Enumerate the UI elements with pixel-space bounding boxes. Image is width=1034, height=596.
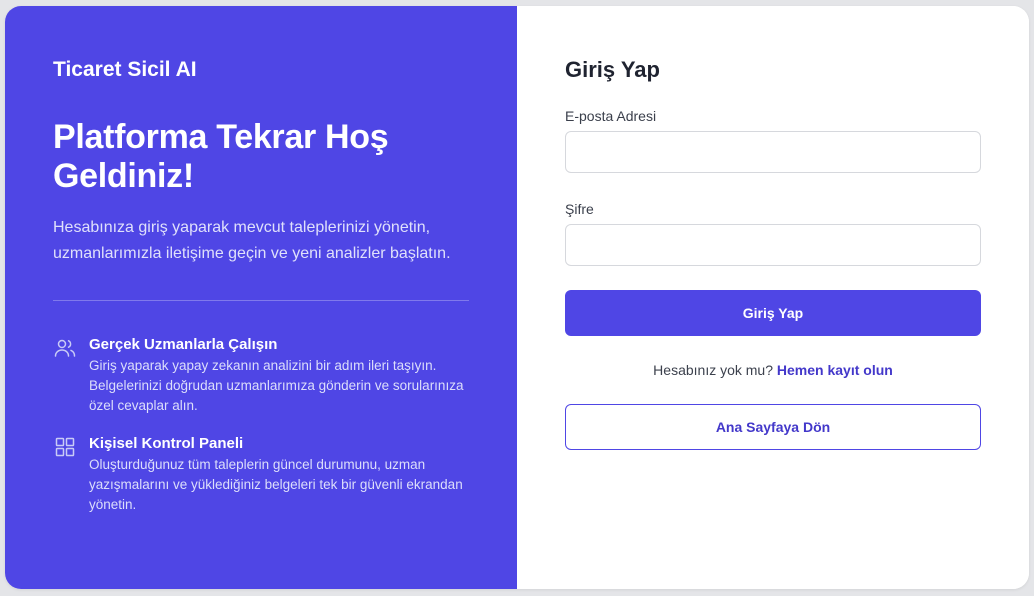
password-field[interactable] bbox=[565, 224, 981, 266]
panel-divider bbox=[53, 300, 469, 301]
feature-title: Kişisel Kontrol Paneli bbox=[89, 435, 244, 452]
feature-description: Giriş yaparak yapay zekanın analizini bi… bbox=[89, 358, 464, 413]
signup-link[interactable]: Hemen kayıt olun bbox=[777, 362, 893, 378]
feature-description: Oluşturduğunuz tüm taleplerin güncel dur… bbox=[89, 457, 463, 512]
welcome-headline: Platforma Tekrar Hoş Geldiniz! bbox=[53, 118, 389, 195]
password-label: Şifre bbox=[565, 201, 594, 217]
signup-prompt-text: Hesabınız yok mu? bbox=[653, 362, 774, 378]
email-label: E-posta Adresi bbox=[565, 108, 657, 124]
form-title: Giriş Yap bbox=[565, 57, 660, 82]
login-button[interactable]: Giriş Yap bbox=[565, 290, 981, 336]
signup-prompt: Hesabınız yok mu? Hemen kayıt olun bbox=[565, 362, 981, 378]
brand-name: Ticaret Sicil AI bbox=[53, 58, 197, 81]
login-form-panel: Giriş Yap E-posta Adresi Şifre Giriş Yap… bbox=[517, 6, 1029, 589]
feature-experts: Gerçek Uzmanlarla Çalışın Giriş yaparak … bbox=[53, 335, 469, 416]
feature-dashboard-text: Kişisel Kontrol Paneli Oluşturduğunuz tü… bbox=[89, 434, 473, 515]
email-field[interactable] bbox=[565, 131, 981, 173]
users-icon bbox=[53, 336, 77, 360]
home-button[interactable]: Ana Sayfaya Dön bbox=[565, 404, 981, 450]
feature-dashboard: Kişisel Kontrol Paneli Oluşturduğunuz tü… bbox=[53, 434, 469, 515]
welcome-panel: Ticaret Sicil AI Platforma Tekrar Hoş Ge… bbox=[5, 6, 517, 589]
login-card: Ticaret Sicil AI Platforma Tekrar Hoş Ge… bbox=[5, 6, 1029, 589]
grid-icon bbox=[53, 435, 77, 459]
welcome-lead: Hesabınıza giriş yaparak mevcut talepler… bbox=[53, 219, 451, 262]
feature-title: Gerçek Uzmanlarla Çalışın bbox=[89, 336, 278, 353]
feature-experts-text: Gerçek Uzmanlarla Çalışın Giriş yaparak … bbox=[89, 335, 473, 416]
